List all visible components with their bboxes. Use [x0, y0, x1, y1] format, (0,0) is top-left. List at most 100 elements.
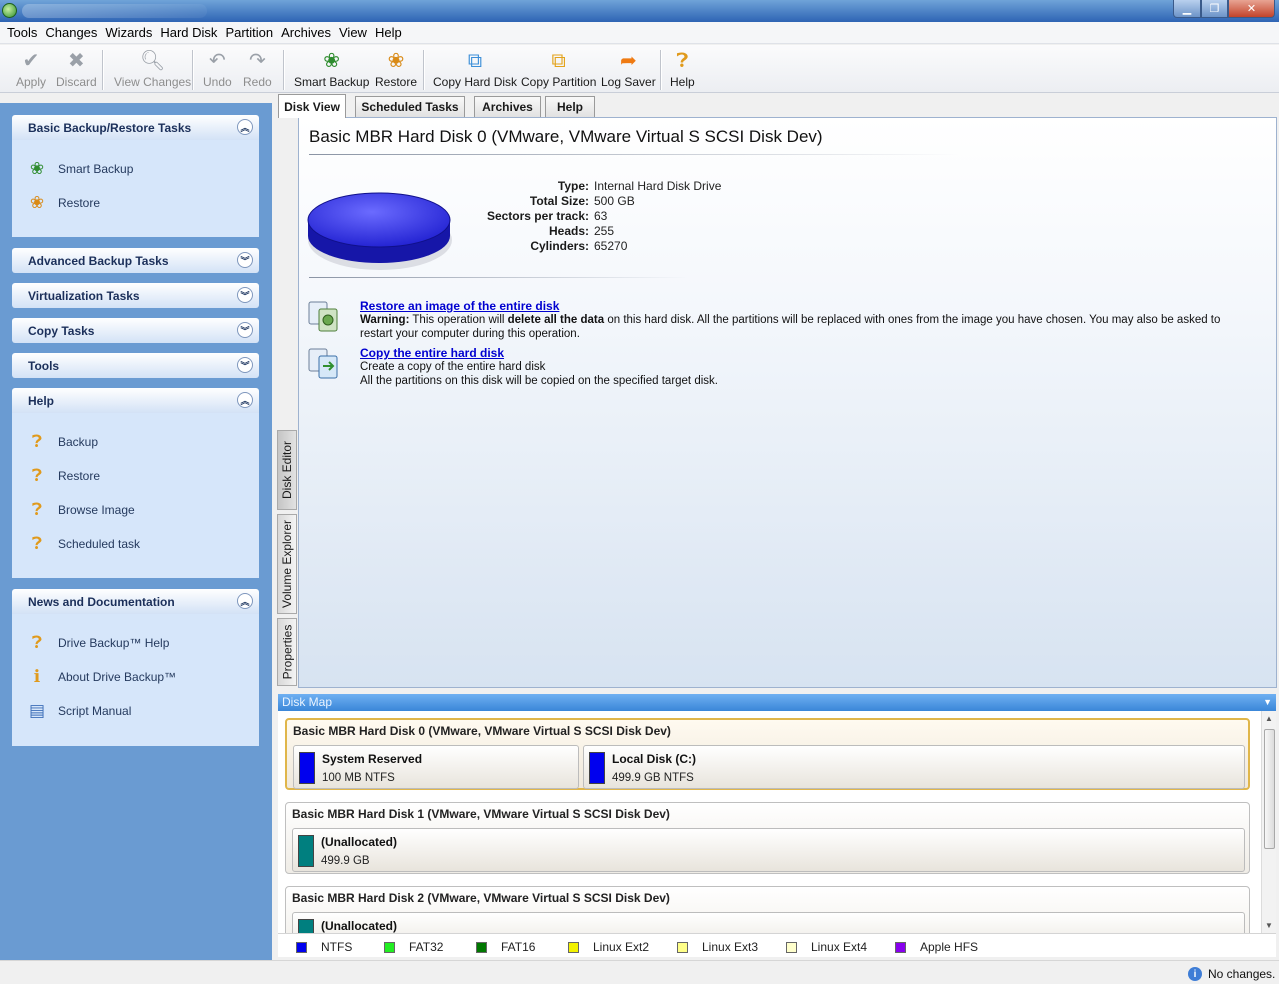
group-basic-backup-restore[interactable]: Basic Backup/Restore Tasks ︽: [12, 115, 259, 140]
chevron-up-icon[interactable]: ︽: [237, 119, 253, 135]
close-icon: ✕: [1246, 3, 1257, 15]
close-button[interactable]: ✕: [1228, 0, 1275, 18]
chevron-up-icon[interactable]: ︽: [237, 392, 253, 408]
scroll-up-icon[interactable]: ▲: [1265, 714, 1273, 723]
group-news-body: ❓︎ Drive Backup™ Help ℹ About Drive Back…: [12, 614, 259, 746]
legend-swatch: [895, 941, 906, 953]
smart-backup-icon: ❀: [29, 159, 45, 178]
help-book-icon: ❓︎: [31, 466, 43, 485]
help-book-icon: ❓︎: [31, 633, 43, 652]
legend-swatch: [296, 941, 307, 953]
copy-partition-button[interactable]: ⧉ Copy Partition: [521, 49, 596, 91]
menu-hard-disk[interactable]: Hard Disk: [156, 22, 221, 44]
op-copy-entire-disk: Copy the entire hard disk Create a copy …: [307, 346, 1247, 387]
group-news-documentation[interactable]: News and Documentation ︽: [12, 589, 259, 614]
discard-button[interactable]: ✖ Discard: [56, 49, 97, 91]
menu-changes[interactable]: Changes: [41, 22, 101, 44]
restore-warning-text: Warning: This operation will delete all …: [360, 314, 1221, 340]
x-icon: ✖: [67, 50, 85, 72]
help-button[interactable]: ❓︎ Help: [670, 49, 695, 91]
chevron-up-icon[interactable]: ︽: [237, 593, 253, 609]
scrollbar-thumb[interactable]: [1264, 729, 1275, 849]
undo-button[interactable]: ↶ Undo: [203, 49, 232, 91]
chevron-down-icon[interactable]: ︾: [237, 252, 253, 268]
legend-apple-hfs: Apple HFS: [895, 940, 978, 954]
menu-archives[interactable]: Archives: [277, 22, 335, 44]
help-browse-image[interactable]: ❓︎ Browse Image: [26, 498, 135, 522]
toolbar: ✔ Apply ✖ Discard 🔍︎ View Changes ↶ Undo…: [0, 45, 1279, 93]
side-tab-properties[interactable]: Properties: [277, 618, 297, 686]
disk-card-2[interactable]: Basic MBR Hard Disk 2 (VMware, VMware Vi…: [285, 886, 1250, 933]
app-icon: [2, 3, 17, 18]
disk-card-0[interactable]: Basic MBR Hard Disk 0 (VMware, VMware Vi…: [285, 718, 1250, 790]
task-smart-backup[interactable]: ❀ Smart Backup: [26, 157, 134, 181]
group-help[interactable]: Help ︽: [12, 388, 259, 413]
status-bar: i No changes.: [0, 960, 1279, 984]
partition-local-disk-c[interactable]: Local Disk (C:) 499.9 GB NTFS: [583, 745, 1245, 789]
partition-system-reserved[interactable]: System Reserved 100 MB NTFS: [293, 745, 579, 789]
disk-map-scrollbar[interactable]: ▲ ▼: [1261, 711, 1276, 933]
group-advanced-backup[interactable]: Advanced Backup Tasks ︾: [12, 248, 259, 273]
copy-description-line1: Create a copy of the entire hard disk: [360, 361, 546, 373]
info-book-icon: ℹ: [33, 667, 41, 686]
log-saver-button[interactable]: ➦ Log Saver: [601, 49, 656, 91]
chevron-down-icon[interactable]: ︾: [237, 322, 253, 338]
help-book-icon: ❓︎: [676, 50, 689, 72]
redo-icon: ↷: [248, 50, 266, 72]
menu-wizards[interactable]: Wizards: [101, 22, 156, 44]
apply-button[interactable]: ✔ Apply: [16, 49, 46, 91]
copy-hard-disk-button[interactable]: ⧉ Copy Hard Disk: [433, 49, 517, 91]
task-restore[interactable]: ❀ Restore: [26, 191, 100, 215]
legend-swatch: [677, 941, 688, 953]
tab-disk-view[interactable]: Disk View: [278, 94, 346, 118]
news-script-manual[interactable]: ▤ Script Manual: [26, 699, 131, 723]
tab-archives[interactable]: Archives: [474, 96, 541, 117]
partition-unallocated[interactable]: (Unallocated): [292, 912, 1245, 933]
chevron-down-icon[interactable]: ︾: [237, 357, 253, 373]
disk-view-panel: Basic MBR Hard Disk 0 (VMware, VMware Vi…: [298, 117, 1277, 688]
menu-view[interactable]: View: [335, 22, 371, 44]
scroll-down-icon[interactable]: ▼: [1265, 921, 1273, 930]
help-restore[interactable]: ❓︎ Restore: [26, 464, 100, 488]
news-about-drive-backup[interactable]: ℹ About Drive Backup™: [26, 665, 176, 689]
menu-partition[interactable]: Partition: [221, 22, 277, 44]
help-book-icon: ❓︎: [31, 500, 43, 519]
op-restore-entire-disk: Restore an image of the entire disk Warn…: [307, 299, 1247, 340]
unallocated-color-bar: [298, 919, 314, 933]
side-tab-disk-editor[interactable]: Disk Editor: [277, 430, 297, 510]
smart-backup-button[interactable]: ❀ Smart Backup: [294, 49, 369, 91]
help-scheduled-task[interactable]: ❓︎ Scheduled task: [26, 532, 140, 556]
divider: [309, 277, 689, 278]
copy-disk-icon: ⧉: [467, 50, 483, 72]
side-tab-volume-explorer[interactable]: Volume Explorer: [277, 514, 297, 614]
maximize-button[interactable]: ❐: [1201, 0, 1228, 18]
group-virtualization[interactable]: Virtualization Tasks ︾: [12, 283, 259, 308]
minimize-button[interactable]: ▁: [1173, 0, 1201, 18]
restore-entire-disk-link[interactable]: Restore an image of the entire disk: [360, 299, 559, 313]
redo-button[interactable]: ↷ Redo: [243, 49, 272, 91]
group-copy-tasks[interactable]: Copy Tasks ︾: [12, 318, 259, 343]
menu-help[interactable]: Help: [371, 22, 406, 44]
view-changes-button[interactable]: 🔍︎ View Changes: [114, 49, 191, 91]
help-backup[interactable]: ❓︎ Backup: [26, 430, 98, 454]
disk-card-1[interactable]: Basic MBR Hard Disk 1 (VMware, VMware Vi…: [285, 802, 1250, 874]
restore-button[interactable]: ❀ Restore: [375, 49, 417, 91]
tab-help[interactable]: Help: [545, 96, 595, 117]
side-tabs: Disk Editor Volume Explorer Properties: [277, 430, 297, 688]
legend-swatch: [568, 941, 579, 953]
group-tools[interactable]: Tools ︾: [12, 353, 259, 378]
legend-ntfs: NTFS: [296, 940, 352, 954]
copy-partition-icon: ⧉: [551, 50, 566, 72]
toolbar-separator: [660, 50, 661, 90]
menu-tools[interactable]: Tools: [3, 22, 41, 44]
news-drive-backup-help[interactable]: ❓︎ Drive Backup™ Help: [26, 631, 169, 655]
copy-description-line2: All the partitions on this disk will be …: [360, 375, 718, 387]
legend-linux-ext3: Linux Ext3: [677, 940, 758, 954]
copy-entire-disk-link[interactable]: Copy the entire hard disk: [360, 346, 504, 360]
legend-fat32: FAT32: [384, 940, 443, 954]
unallocated-color-bar: [298, 835, 314, 867]
partition-unallocated[interactable]: (Unallocated) 499.9 GB: [292, 828, 1245, 872]
chevron-down-icon[interactable]: ︾: [237, 287, 253, 303]
tab-scheduled-tasks[interactable]: Scheduled Tasks: [355, 96, 465, 117]
collapse-arrow-icon[interactable]: ▼: [1263, 694, 1272, 711]
